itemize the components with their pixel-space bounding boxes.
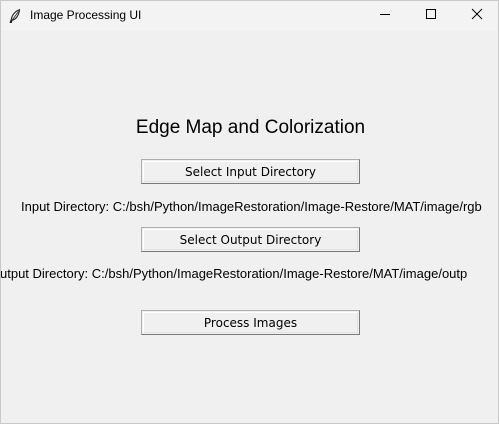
close-button[interactable]	[454, 1, 499, 31]
select-input-directory-button[interactable]: Select Input Directory	[141, 159, 360, 184]
select-input-directory-label: Select Input Directory	[184, 164, 317, 179]
feather-icon	[9, 9, 21, 24]
select-output-directory-label: Select Output Directory	[179, 232, 322, 247]
minimize-button[interactable]	[362, 1, 408, 31]
input-directory-path: Input Directory: C:/bsh/Python/ImageRest…	[21, 199, 482, 214]
minimize-icon	[379, 7, 391, 25]
process-images-button[interactable]: Process Images	[141, 310, 360, 335]
output-directory-row: utput Directory: C:/bsh/Python/ImageRest…	[1, 265, 498, 283]
input-directory-row: Input Directory: C:/bsh/Python/ImageRest…	[1, 198, 498, 216]
select-output-directory-button[interactable]: Select Output Directory	[141, 227, 360, 252]
title-bar[interactable]: Image Processing UI	[1, 1, 498, 31]
close-icon	[471, 7, 483, 25]
maximize-icon	[425, 7, 437, 25]
process-images-label: Process Images	[203, 315, 298, 330]
window-title: Image Processing UI	[30, 8, 142, 22]
app-window: Image Processing UI Edge Map and Coloriz…	[0, 0, 499, 424]
page-title: Edge Map and Colorization	[135, 117, 366, 138]
maximize-button[interactable]	[408, 1, 454, 31]
output-directory-path: utput Directory: C:/bsh/Python/ImageRest…	[1, 266, 468, 281]
